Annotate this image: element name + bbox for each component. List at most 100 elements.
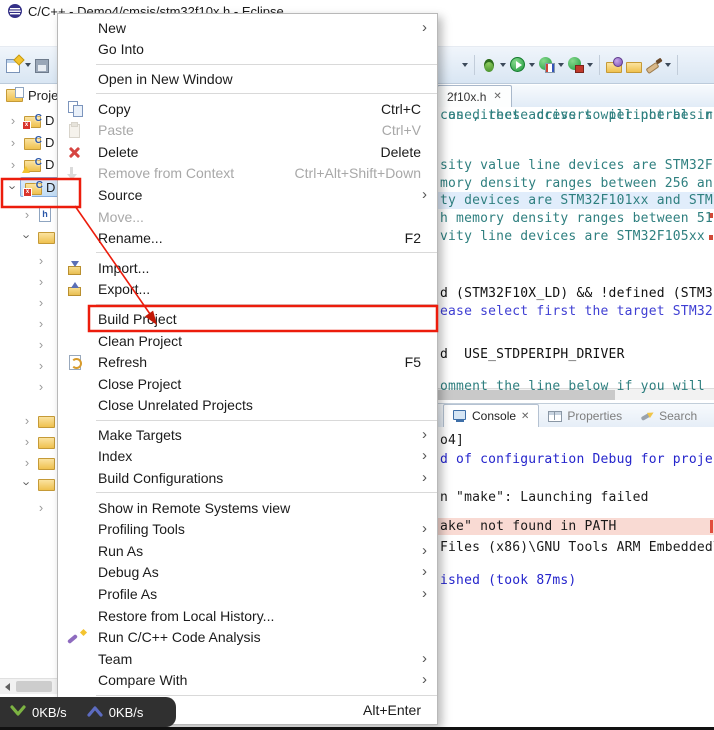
toolbar-button[interactable] (625, 55, 643, 75)
chevron-icon[interactable] (34, 274, 48, 289)
dropdown-arrow-icon[interactable] (558, 63, 564, 67)
menu-item[interactable]: Move... (58, 206, 437, 228)
dropdown-arrow-icon[interactable] (25, 63, 31, 67)
menu-item[interactable]: Refresh F5 (58, 351, 437, 373)
dropdown-arrow-icon[interactable] (500, 63, 506, 67)
menu-item[interactable]: Make Targets (58, 424, 437, 446)
toolbar-button[interactable] (34, 55, 52, 75)
close-icon[interactable]: ✕ (521, 411, 529, 422)
chevron-icon[interactable] (6, 113, 20, 128)
view-tab[interactable]: Console ✕ (443, 404, 540, 427)
code-line: omment the line below if you will (440, 379, 713, 394)
chevron-icon[interactable] (20, 434, 34, 449)
menu-item[interactable]: Team (58, 648, 437, 670)
menu-item[interactable] (58, 300, 437, 308)
menu-item[interactable]: New (58, 17, 437, 39)
menu-item[interactable] (58, 60, 437, 68)
menu-item[interactable] (58, 489, 437, 497)
menu-item[interactable]: Delete Delete (58, 141, 437, 163)
project-explorer-tab[interactable]: Proje (6, 87, 58, 103)
menu-item[interactable]: Run C/C++ Code Analysis (58, 626, 437, 648)
scroll-left-icon[interactable] (5, 683, 10, 691)
menu-item[interactable] (58, 416, 437, 424)
toolbar-button[interactable] (677, 55, 678, 75)
new-folder-icon (606, 57, 623, 73)
menu-item[interactable]: Remove from Context Ctrl+Alt+Shift+Down (58, 163, 437, 185)
chevron-icon[interactable] (34, 295, 48, 310)
chevron-icon[interactable] (20, 413, 34, 428)
toolbar-button[interactable] (474, 55, 475, 75)
editor-tab-bar: 2f10x.h ✕ (437, 85, 714, 108)
chevron-icon[interactable] (6, 180, 20, 195)
menu-item[interactable]: Build Project (58, 308, 437, 330)
menu-item[interactable] (58, 249, 437, 257)
upload-speed: 0KB/s (108, 704, 144, 720)
close-icon[interactable]: ✕ (493, 91, 501, 102)
view-tab[interactable]: Properties (539, 405, 631, 427)
menu-item[interactable]: Paste Ctrl+V (58, 119, 437, 141)
menu-item[interactable]: Restore from Local History... (58, 605, 437, 627)
view-tab[interactable]: Search (631, 405, 706, 427)
menu-item[interactable]: Open in New Window (58, 68, 437, 90)
chevron-icon[interactable] (34, 253, 48, 268)
menu-item[interactable]: Profiling Tools (58, 518, 437, 540)
menu-item[interactable]: Copy Ctrl+C (58, 98, 437, 120)
menu-item[interactable]: Show in Remote Systems view (58, 497, 437, 519)
dropdown-arrow-icon[interactable] (587, 63, 593, 67)
toolbar-button[interactable] (480, 55, 507, 75)
menu-item[interactable] (58, 90, 437, 98)
submenu-arrow-icon (417, 21, 427, 35)
menu-item[interactable]: Compare With (58, 670, 437, 692)
chevron-icon[interactable] (34, 316, 48, 331)
chevron-icon[interactable] (34, 379, 48, 394)
build-all-icon (646, 57, 662, 73)
menu-item[interactable]: Debug As (58, 562, 437, 584)
dropdown-arrow-icon[interactable] (462, 63, 468, 67)
toolbar-button[interactable] (605, 55, 623, 75)
toolbar-button[interactable] (645, 55, 672, 75)
menu-item[interactable]: Source (58, 184, 437, 206)
toolbar-button[interactable] (509, 55, 536, 75)
chevron-icon[interactable] (20, 455, 34, 470)
toolbar-button[interactable] (567, 55, 594, 75)
export-icon (66, 281, 88, 297)
dropdown-arrow-icon[interactable] (665, 63, 671, 67)
editor-tab-stm32f10x[interactable]: 2f10x.h ✕ (437, 85, 512, 107)
submenu-arrow-icon (417, 652, 427, 666)
menu-item[interactable]: Profile As (58, 583, 437, 605)
menu-item[interactable]: Import... (58, 257, 437, 279)
folder-icon (38, 479, 55, 491)
toolbar-button[interactable] (538, 55, 565, 75)
chevron-icon[interactable] (20, 207, 34, 222)
toolbar-button[interactable] (5, 55, 32, 75)
menu-item[interactable]: Rename... F2 (58, 227, 437, 249)
menu-item[interactable]: Close Unrelated Projects (58, 395, 437, 417)
menu-item[interactable]: Clean Project (58, 330, 437, 352)
menu-item[interactable]: Export... (58, 279, 437, 301)
menu-item[interactable]: Build Configurations (58, 467, 437, 489)
submenu-arrow-icon (417, 522, 427, 536)
chevron-icon[interactable] (6, 157, 20, 172)
menu-item[interactable]: Run As (58, 540, 437, 562)
scrollbar-thumb[interactable] (16, 681, 52, 692)
toolbar-button[interactable] (442, 55, 469, 75)
menu-item[interactable]: Index (58, 446, 437, 468)
chevron-icon[interactable] (34, 337, 48, 352)
menu-item[interactable]: Close Project (58, 373, 437, 395)
toolbar-button[interactable] (599, 55, 600, 75)
console-output[interactable]: o4] d of configuration Debug for proje n "… (437, 427, 714, 727)
chevron-icon[interactable] (34, 358, 48, 373)
code-editor[interactable]: sity value line devices are STM32F mory d… (437, 107, 714, 400)
menu-item[interactable]: Go Into (58, 39, 437, 61)
chevron-icon[interactable] (20, 229, 34, 244)
dropdown-arrow-icon[interactable] (529, 63, 535, 67)
chevron-icon[interactable] (34, 500, 48, 515)
chevron-icon[interactable] (6, 135, 20, 150)
code-line: d (STM32F10X_LD) && !defined (STM3 (440, 286, 713, 301)
search-icon (640, 410, 654, 422)
explorer-horizontal-scrollbar[interactable] (0, 678, 57, 694)
chevron-icon[interactable] (20, 476, 34, 491)
